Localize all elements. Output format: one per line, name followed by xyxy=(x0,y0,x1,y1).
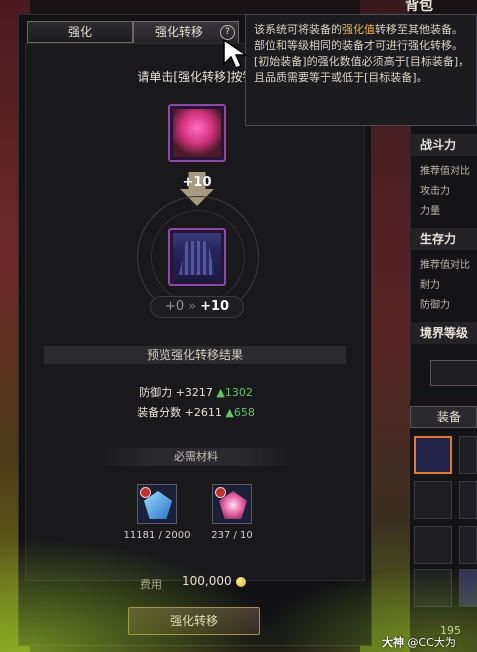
material-count-pink: 237 / 10 xyxy=(211,530,253,541)
equipment-slot[interactable] xyxy=(459,436,477,474)
tooltip-line-1: 该系统可将装备的强化值转移至其他装备。 xyxy=(254,22,470,38)
inventory-title: 背包 xyxy=(405,0,433,12)
tooltip-line-1-prefix: 该系统可将装备的 xyxy=(254,23,342,36)
section-realm-level: 境界等级 xyxy=(410,322,477,344)
stat-score-delta: 658 xyxy=(233,406,255,419)
tooltip-line-1-suffix: 转移至其他装备。 xyxy=(375,23,463,36)
watermark: 大神 @CC大为 xyxy=(382,634,456,650)
section-survival: 生存力 xyxy=(410,228,477,250)
watermark-brand: 大神 xyxy=(382,636,404,649)
help-tooltip: 该系统可将装备的强化值转移至其他装备。 部位和等级相同的装备才可进行强化转移。 … xyxy=(245,14,477,126)
material-count-blue: 11181 / 2000 xyxy=(123,530,191,541)
watermark-user: @CC大为 xyxy=(407,636,456,649)
up-arrow-icon: ▲ xyxy=(225,406,234,419)
section-combat-power: 战斗力 xyxy=(410,134,477,156)
tooltip-line-3: [初始装备]的强化数值必须高于[目标装备]，且品质需要等于或低于[目标装备]。 xyxy=(254,55,470,84)
equipment-slot[interactable] xyxy=(414,569,452,607)
skirt-armor-icon xyxy=(173,233,221,281)
level-to: +10 xyxy=(200,299,230,314)
stat-attack: 攻击力 xyxy=(420,186,450,197)
stat-survival-recommend: 推荐值对比 xyxy=(420,260,470,271)
equipment-slot[interactable] xyxy=(459,481,477,519)
up-arrow-icon: ▲ xyxy=(216,386,225,399)
flower-armor-icon xyxy=(173,109,221,157)
equipment-slot[interactable] xyxy=(459,526,477,564)
equipment-slot[interactable] xyxy=(414,526,452,564)
tooltip-line-2: 部位和等级相同的装备才可进行强化转移。 xyxy=(254,39,463,52)
equipment-slot[interactable] xyxy=(414,481,452,519)
stat-defense-delta: 1302 xyxy=(224,386,253,399)
stat-combat-recommend: 推荐值对比 xyxy=(420,166,470,177)
target-item-slot[interactable] xyxy=(168,228,226,286)
stat-score-result: 装备分数 +2611 ▲658 xyxy=(26,404,366,420)
material-slot-blue[interactable] xyxy=(137,484,177,524)
equipment-slot[interactable] xyxy=(459,569,477,607)
material-slot-pink[interactable] xyxy=(212,484,252,524)
stat-strength: 力量 xyxy=(420,206,440,217)
preview-title: 预览强化转移结果 xyxy=(44,346,346,364)
level-separator: » xyxy=(188,299,197,314)
fee-label: 费用 xyxy=(140,578,162,591)
right-panel-button[interactable] xyxy=(430,360,477,386)
level-from: +0 xyxy=(164,299,185,314)
source-item-slot[interactable] xyxy=(168,104,226,162)
materials-title: 必需材料 xyxy=(94,448,298,466)
coin-icon xyxy=(236,577,246,587)
tab-enhance[interactable]: 强化 xyxy=(27,21,133,43)
tab-equipment[interactable]: 装备 xyxy=(410,406,477,428)
stat-defense-result: 防御力 +3217 ▲1302 xyxy=(26,384,366,400)
equipment-slot-selected[interactable] xyxy=(414,436,452,474)
status-badge-icon xyxy=(215,487,226,498)
stat-stamina: 耐力 xyxy=(420,280,440,291)
stat-defense: 防御力 xyxy=(420,300,450,311)
tooltip-highlight: 强化值 xyxy=(342,23,375,36)
level-change: +0» +10 xyxy=(150,296,244,318)
tab-enhance-transfer-label: 强化转移 xyxy=(154,25,203,39)
stat-score-label: 装备分数 +2611 xyxy=(137,406,222,419)
fee-value: 100,000 xyxy=(182,574,232,588)
enhance-transfer-button[interactable]: 强化转移 xyxy=(128,607,260,635)
stat-defense-label: 防御力 +3217 xyxy=(139,386,213,399)
mouse-cursor-icon xyxy=(223,38,249,69)
transfer-amount: +10 xyxy=(182,175,212,190)
status-badge-icon xyxy=(140,487,151,498)
